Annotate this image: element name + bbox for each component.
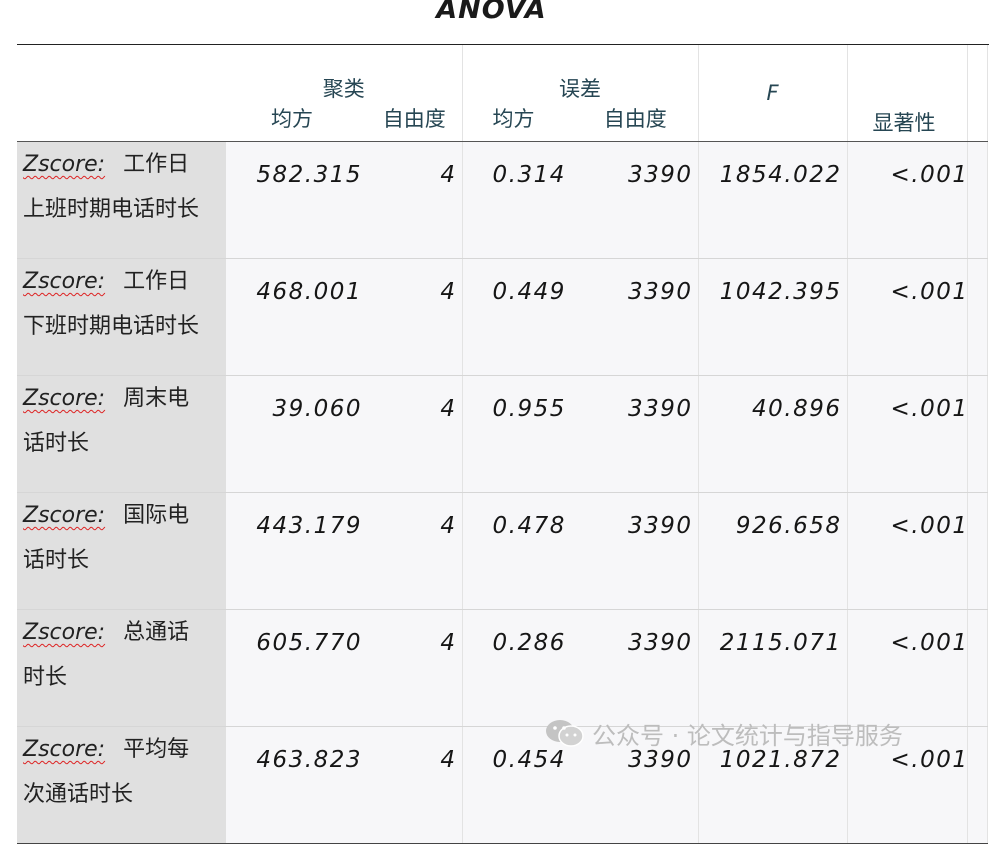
cluster-mean-square: 468.001: [226, 258, 367, 376]
row-end: [967, 609, 988, 727]
row-label: Zscore: 平均每 次通话时长: [17, 726, 226, 844]
corner-cell-lower: [17, 103, 226, 142]
row-name-a: 国际电: [123, 503, 190, 528]
significance: <.001: [847, 492, 968, 610]
wechat-icon: [546, 720, 584, 747]
table-row: Zscore: 国际电 话时长 443.179 4 0.478 3390 926.…: [17, 492, 988, 610]
row-name-a: 平均每: [123, 737, 190, 762]
cluster-mean-square-header: 均方: [226, 103, 367, 142]
cluster-header: 聚类: [226, 45, 463, 103]
table-row: Zscore: 工作日 下班时期电话时长 468.001 4 0.449 3390…: [17, 258, 988, 376]
row-name-a: 周末电: [123, 386, 190, 411]
f-header: F: [698, 45, 848, 142]
row-end: [967, 375, 988, 493]
row-name-b: 下班时期电话时长: [23, 314, 200, 339]
row-name-b: 时长: [23, 665, 68, 690]
error-mean-square: 0.955: [462, 375, 573, 493]
cluster-df: 4: [367, 258, 463, 376]
error-mean-square: 0.286: [462, 609, 573, 727]
cluster-mean-square: 463.823: [226, 726, 367, 844]
row-label: Zscore: 工作日 上班时期电话时长: [17, 141, 226, 259]
significance: <.001: [847, 141, 968, 259]
row-name-b: 话时长: [23, 431, 90, 456]
table-row: Zscore: 总通话 时长 605.770 4 0.286 3390 2115.…: [17, 609, 988, 727]
row-name-b: 上班时期电话时长: [23, 197, 200, 222]
row-label: Zscore: 周末电 话时长: [17, 375, 226, 493]
row-label: Zscore: 工作日 下班时期电话时长: [17, 258, 226, 376]
f-value: 926.658: [698, 492, 848, 610]
zscore-prefix: Zscore:: [23, 737, 106, 762]
cluster-df: 4: [367, 492, 463, 610]
row-name-b: 话时长: [23, 548, 90, 573]
error-header: 误差: [462, 45, 699, 103]
watermark-text: 公众号 · 论文统计与指导服务: [592, 721, 903, 750]
table-row: Zscore: 工作日 上班时期电话时长 582.315 4 0.314 3390…: [17, 141, 988, 259]
row-label: Zscore: 总通话 时长: [17, 609, 226, 727]
f-value: 1854.022: [698, 141, 848, 259]
error-mean-square: 0.314: [462, 141, 573, 259]
cluster-df: 4: [367, 375, 463, 493]
row-label: Zscore: 国际电 话时长: [17, 492, 226, 610]
watermark: 公众号 · 论文统计与指导服务: [544, 716, 903, 750]
zscore-prefix: Zscore:: [23, 620, 106, 645]
error-df: 3390: [573, 141, 699, 259]
row-end: [967, 258, 988, 376]
row-name-b: 次通话时长: [23, 782, 134, 807]
error-df-header: 自由度: [573, 103, 699, 142]
zscore-prefix: Zscore:: [23, 152, 106, 177]
error-df: 3390: [573, 609, 699, 727]
error-mean-square: 0.449: [462, 258, 573, 376]
zscore-prefix: Zscore:: [23, 269, 106, 294]
row-end: [967, 726, 988, 844]
cluster-mean-square: 605.770: [226, 609, 367, 727]
significance: <.001: [847, 375, 968, 493]
row-end: [967, 492, 988, 610]
cluster-mean-square: 443.179: [226, 492, 367, 610]
zscore-prefix: Zscore:: [23, 386, 106, 411]
sig-header: 显著性: [847, 45, 968, 142]
error-mean-square-header: 均方: [462, 103, 573, 142]
error-mean-square: 0.478: [462, 492, 573, 610]
f-value: 2115.071: [698, 609, 848, 727]
cluster-df-header: 自由度: [367, 103, 463, 142]
error-df: 3390: [573, 492, 699, 610]
row-end: [967, 141, 988, 259]
significance: <.001: [847, 258, 968, 376]
row-name-a: 工作日: [123, 269, 190, 294]
cluster-df: 4: [367, 726, 463, 844]
f-value: 40.896: [698, 375, 848, 493]
table-title: ANOVA: [436, 0, 547, 25]
f-value: 1042.395: [698, 258, 848, 376]
error-df: 3390: [573, 258, 699, 376]
corner-cell: [17, 45, 226, 103]
error-df: 3390: [573, 375, 699, 493]
zscore-prefix: Zscore:: [23, 503, 106, 528]
row-name-a: 总通话: [123, 620, 190, 645]
end-header: [967, 45, 988, 142]
cluster-mean-square: 582.315: [226, 141, 367, 259]
cluster-mean-square: 39.060: [226, 375, 367, 493]
row-name-a: 工作日: [123, 152, 190, 177]
significance: <.001: [847, 609, 968, 727]
table-row: Zscore: 周末电 话时长 39.060 4 0.955 3390 40.89…: [17, 375, 988, 493]
cluster-df: 4: [367, 141, 463, 259]
cluster-df: 4: [367, 609, 463, 727]
